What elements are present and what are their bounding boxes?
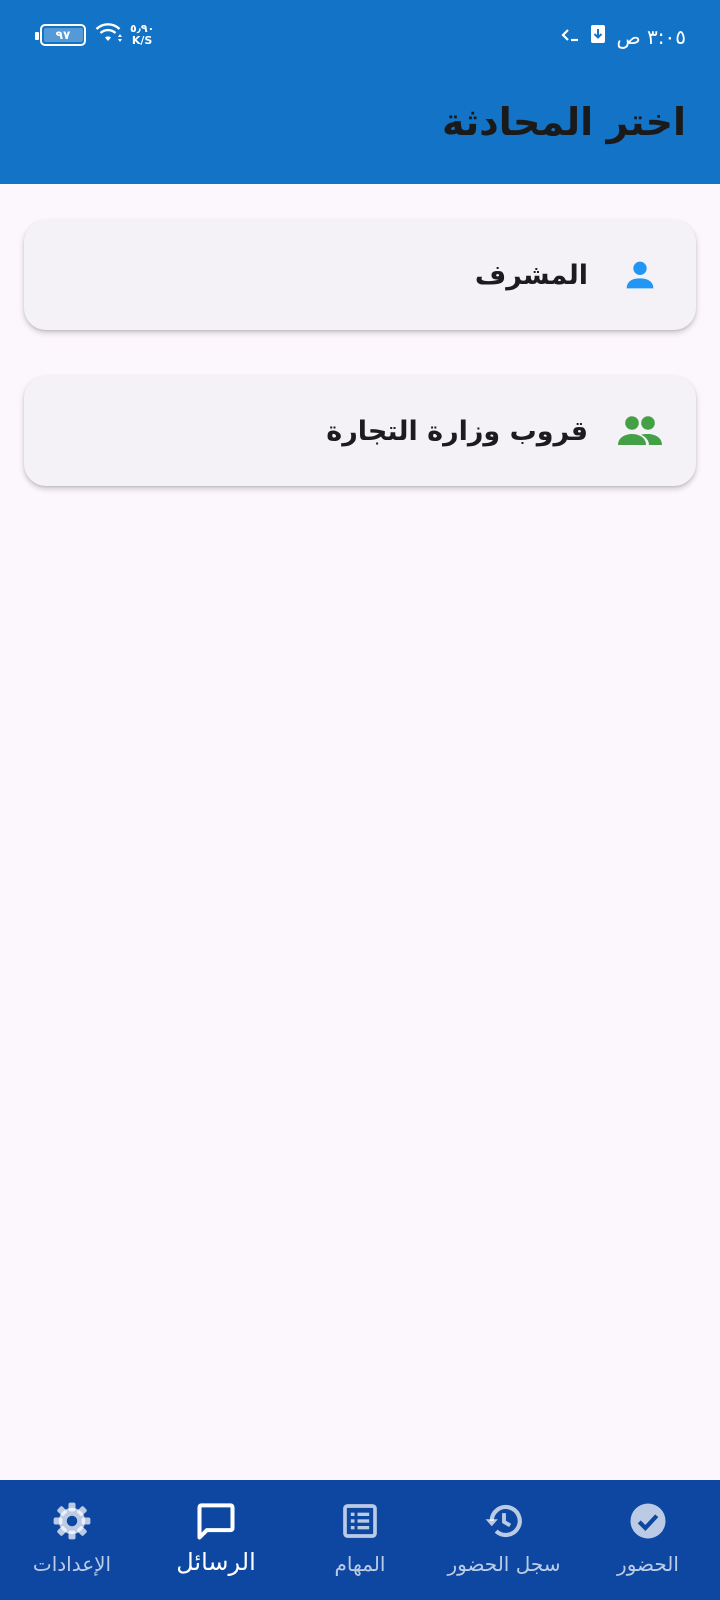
nav-item-attendance[interactable]: الحضور <box>576 1480 720 1600</box>
nav-item-tasks[interactable]: المهام <box>288 1480 432 1600</box>
nav-label: الرسائل <box>176 1548 256 1576</box>
wifi-icon <box>94 22 122 48</box>
chat-bubble-icon <box>193 1498 239 1544</box>
gear-icon <box>49 1498 95 1544</box>
nav-item-attendance-history[interactable]: سجل الحضور <box>432 1480 576 1600</box>
nav-label: الإعدادات <box>32 1552 112 1576</box>
history-icon <box>481 1498 527 1544</box>
download-status-icon <box>590 24 606 49</box>
net-speed-unit: K/S <box>131 34 153 47</box>
status-time: ٣:٠٥ ص <box>616 24 686 49</box>
battery-icon: ٩٧ <box>35 24 86 46</box>
status-right: ٣:٠٥ ص <box>560 24 686 49</box>
nav-item-messages[interactable]: الرسائل <box>144 1480 288 1600</box>
chat-item-commerce-group[interactable]: قروب وزارة التجارة <box>24 376 696 486</box>
check-circle-icon <box>625 1498 671 1544</box>
page-title: اختر المحادثة <box>441 100 686 144</box>
network-speed: ٥٫٩٠ K/S <box>130 23 154 47</box>
status-left: ٩٧ ٥٫٩٠ K/S <box>34 22 154 48</box>
chat-list: المشرف قروب وزارة التجارة <box>0 184 720 1480</box>
chat-item-label: المشرف <box>474 259 588 291</box>
app-bar: ٩٧ ٥٫٩٠ K/S ٣:٠٥ ص اختر المحادثة <box>0 0 720 184</box>
battery-percent: ٩٧ <box>55 28 71 42</box>
terminal-icon <box>560 25 580 49</box>
group-icon <box>616 407 664 455</box>
list-alt-icon <box>337 1498 383 1544</box>
nav-label: سجل الحضور <box>447 1552 561 1576</box>
nav-label: المهام <box>334 1552 386 1576</box>
nav-label: الحضور <box>617 1552 679 1576</box>
chat-item-label: قروب وزارة التجارة <box>326 415 588 447</box>
bottom-navigation: الحضور سجل الحضور المهام الرسائل الإعداد… <box>0 1480 720 1600</box>
nav-item-settings[interactable]: الإعدادات <box>0 1480 144 1600</box>
person-icon <box>616 251 664 299</box>
chat-item-supervisor[interactable]: المشرف <box>24 220 696 330</box>
status-bar: ٩٧ ٥٫٩٠ K/S ٣:٠٥ ص <box>0 18 720 54</box>
